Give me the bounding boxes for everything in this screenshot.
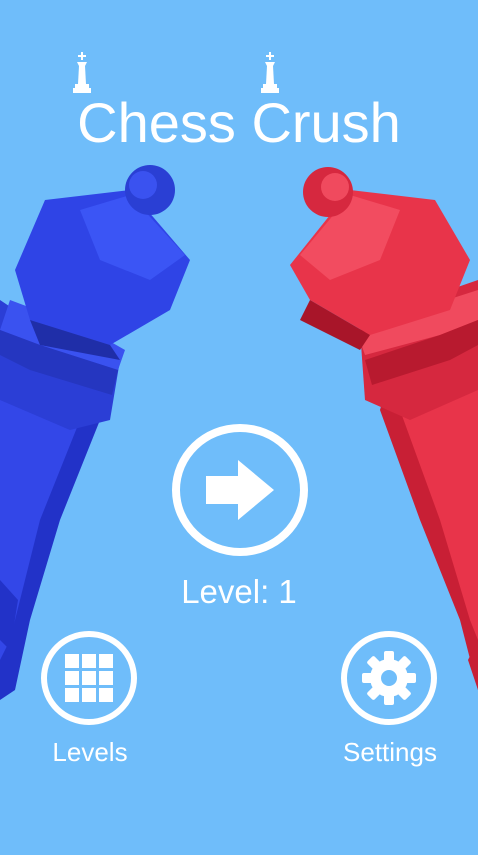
gear-icon (362, 651, 416, 705)
settings-button[interactable] (341, 631, 437, 725)
levels-button[interactable] (41, 631, 137, 725)
arrow-right-icon (206, 460, 274, 520)
levels-label: Levels (52, 737, 128, 767)
game-title: Chess Crush (77, 91, 401, 154)
settings-label: Settings (343, 737, 437, 767)
current-level-label: Level: 1 (181, 573, 297, 610)
grid-icon (65, 654, 113, 702)
play-button[interactable] (172, 424, 308, 556)
